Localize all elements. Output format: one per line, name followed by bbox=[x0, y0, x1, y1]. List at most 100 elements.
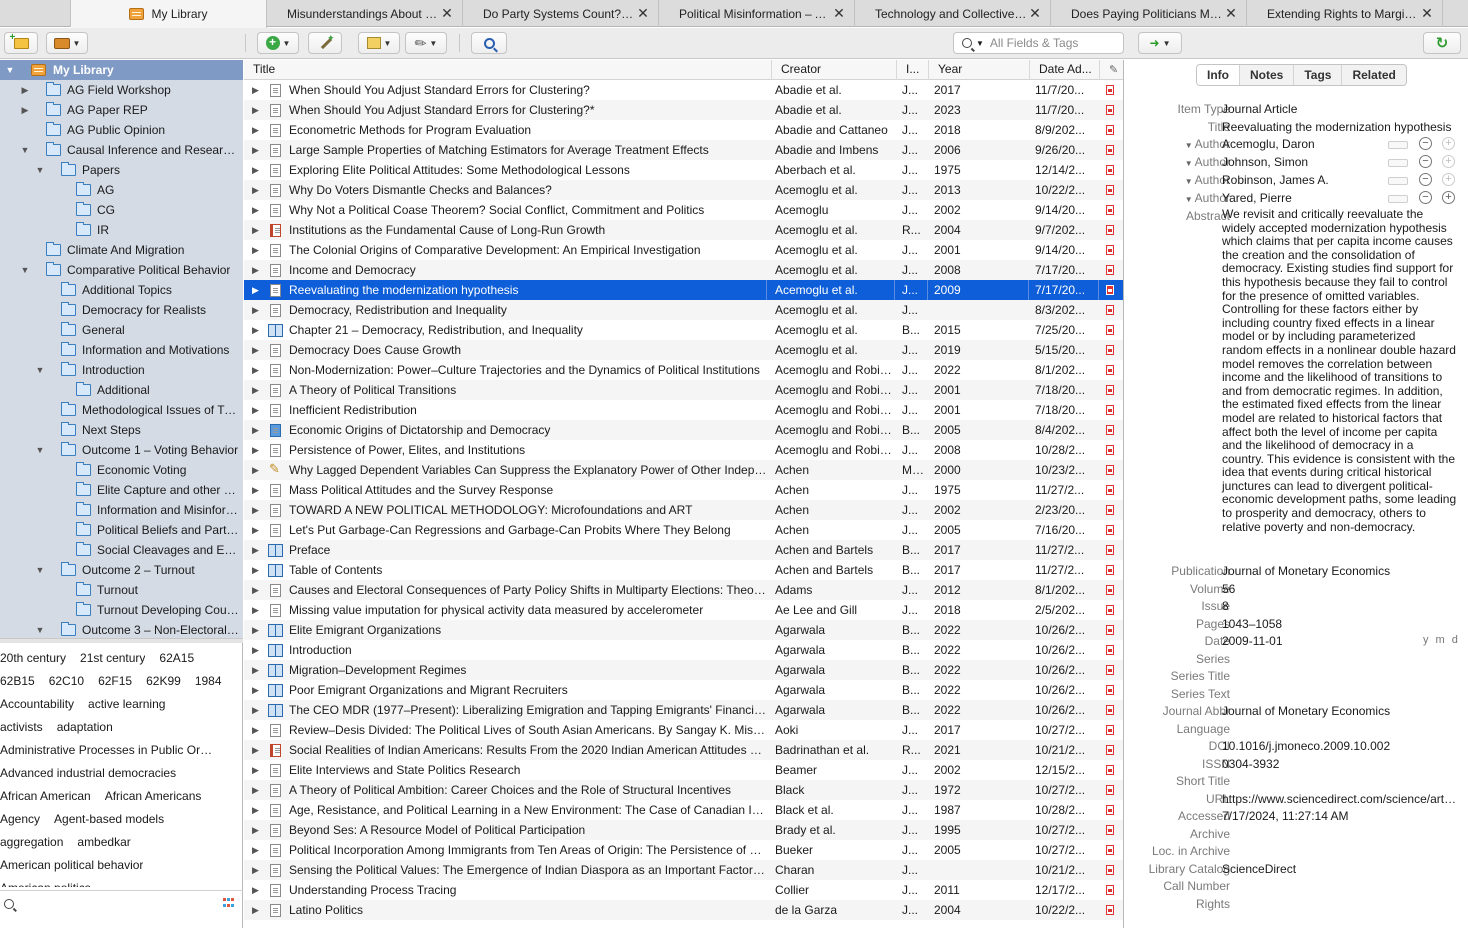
table-row[interactable]: ▶ The Colonial Origins of Comparative Dev… bbox=[244, 240, 1123, 260]
chevron-right-icon[interactable]: ▶ bbox=[252, 280, 259, 300]
table-row[interactable]: ▶ Chapter 21 – Democracy, Redistribution,… bbox=[244, 320, 1123, 340]
pdf-icon[interactable] bbox=[1106, 365, 1114, 375]
tag-item[interactable]: African Americans bbox=[105, 789, 202, 803]
creator-mode-switch[interactable] bbox=[1388, 141, 1408, 149]
abstract-text[interactable]: We revisit and critically reevaluate the… bbox=[1222, 207, 1458, 534]
pdf-icon[interactable] bbox=[1106, 385, 1114, 395]
chevron-right-icon[interactable]: ▶ bbox=[19, 85, 31, 96]
chevron-right-icon[interactable]: ▶ bbox=[252, 380, 259, 400]
chevron-right-icon[interactable]: ▶ bbox=[252, 100, 259, 120]
tag-item[interactable]: Agent-based models bbox=[54, 812, 164, 826]
chevron-right-icon[interactable]: ▶ bbox=[19, 105, 31, 116]
pdf-icon[interactable] bbox=[1106, 845, 1114, 855]
collection-item[interactable]: ▼ Introduction bbox=[0, 360, 243, 380]
tag-item[interactable]: adaptation bbox=[57, 720, 113, 734]
pdf-icon[interactable] bbox=[1106, 825, 1114, 835]
table-row[interactable]: ▶ Poor Emigrant Organizations and Migrant… bbox=[244, 680, 1123, 700]
collection-item[interactable]: General bbox=[0, 320, 243, 340]
chevron-right-icon[interactable]: ▶ bbox=[252, 720, 259, 740]
chevron-down-icon[interactable]: ▼ bbox=[34, 365, 46, 375]
pdf-icon[interactable] bbox=[1106, 745, 1114, 755]
chevron-right-icon[interactable]: ▶ bbox=[252, 660, 259, 680]
collection-item[interactable]: CG bbox=[0, 200, 243, 220]
pdf-icon[interactable] bbox=[1106, 805, 1114, 815]
collection-item[interactable]: Turnout bbox=[0, 580, 243, 600]
collection-item[interactable]: Turnout Developing Countries bbox=[0, 600, 243, 620]
table-row[interactable]: ▶ Review–Desis Divided: The Political Liv… bbox=[244, 720, 1123, 740]
tag-item[interactable]: aggregation bbox=[0, 835, 63, 849]
pdf-icon[interactable] bbox=[1106, 685, 1114, 695]
close-icon[interactable]: ✕ bbox=[440, 5, 454, 22]
pdf-icon[interactable] bbox=[1106, 765, 1114, 775]
pdf-icon[interactable] bbox=[1106, 665, 1114, 675]
pdf-icon[interactable] bbox=[1106, 785, 1114, 795]
add-creator-button[interactable]: + bbox=[1442, 173, 1455, 186]
table-row[interactable]: ▶ Preface Achen and Bartels B... 2017 11/27/2… bbox=[244, 540, 1123, 560]
remove-creator-button[interactable]: − bbox=[1419, 173, 1432, 186]
chevron-down-icon[interactable]: ▼ bbox=[976, 39, 984, 48]
collection-item[interactable]: ▼ Causal Inference and Research Design bbox=[0, 140, 243, 160]
chevron-right-icon[interactable]: ▶ bbox=[252, 880, 259, 900]
pdf-icon[interactable] bbox=[1106, 485, 1114, 495]
collection-item[interactable]: Methodological Issues of Turnout bbox=[0, 400, 243, 420]
chevron-right-icon[interactable]: ▶ bbox=[252, 580, 259, 600]
chevron-right-icon[interactable]: ▶ bbox=[252, 120, 259, 140]
remove-creator-button[interactable]: − bbox=[1419, 155, 1432, 168]
table-row[interactable]: ▶ Let's Put Garbage-Can Regressions and G… bbox=[244, 520, 1123, 540]
tag-item[interactable]: Advanced industrial democracies bbox=[0, 766, 176, 780]
chevron-right-icon[interactable]: ▶ bbox=[252, 240, 259, 260]
pdf-icon[interactable] bbox=[1106, 125, 1114, 135]
new-note-button[interactable]: ▼ bbox=[358, 32, 400, 54]
pdf-icon[interactable] bbox=[1106, 265, 1114, 275]
chevron-right-icon[interactable]: ▶ bbox=[252, 440, 259, 460]
tab-1[interactable]: Misunderstandings About Case-Study...✕ bbox=[267, 0, 463, 27]
chevron-right-icon[interactable]: ▶ bbox=[252, 500, 259, 520]
field-value[interactable]: Journal Article bbox=[1222, 102, 1458, 116]
collection-item[interactable]: ▼ Comparative Political Behavior bbox=[0, 260, 243, 280]
field-value[interactable]: 1043–1058 bbox=[1222, 617, 1458, 631]
search-field[interactable]: ▼ bbox=[953, 32, 1124, 54]
table-row[interactable]: ▶ Large Sample Properties of Matching Est… bbox=[244, 140, 1123, 160]
pdf-icon[interactable] bbox=[1106, 625, 1114, 635]
chevron-right-icon[interactable]: ▶ bbox=[252, 360, 259, 380]
table-row[interactable]: ▶ A Theory of Political Transitions Acemog… bbox=[244, 380, 1123, 400]
chevron-right-icon[interactable]: ▶ bbox=[252, 320, 259, 340]
collection-item[interactable]: ▶ AG Paper REP bbox=[0, 100, 243, 120]
pdf-icon[interactable] bbox=[1106, 225, 1114, 235]
table-row[interactable]: ▶ Reevaluating the modernization hypothes… bbox=[244, 280, 1123, 300]
column-header-0[interactable]: Title bbox=[244, 60, 772, 80]
table-row[interactable]: ▶ Introduction Agarwala B... 2022 10/26/2... bbox=[244, 640, 1123, 660]
creator-name[interactable]: Yared, Pierre bbox=[1222, 191, 1382, 205]
table-row[interactable]: ▶ When Should You Adjust Standard Errors … bbox=[244, 100, 1123, 120]
chevron-right-icon[interactable]: ▶ bbox=[252, 840, 259, 860]
tag-item[interactable]: Administrative Processes in Public Organ… bbox=[0, 743, 218, 757]
chevron-right-icon[interactable]: ▶ bbox=[252, 220, 259, 240]
collection-item[interactable]: ▶ AG Field Workshop bbox=[0, 80, 243, 100]
pane-splitter[interactable] bbox=[0, 638, 243, 643]
field-value[interactable]: Journal of Monetary Economics bbox=[1222, 704, 1458, 718]
field-value[interactable]: Journal of Monetary Economics bbox=[1222, 564, 1458, 578]
collection-item[interactable]: Economic Voting bbox=[0, 460, 243, 480]
pdf-icon[interactable] bbox=[1106, 405, 1114, 415]
collection-item[interactable]: ▼ Outcome 2 – Turnout bbox=[0, 560, 243, 580]
tab-notes[interactable]: Notes bbox=[1240, 65, 1295, 85]
column-header-3[interactable]: Year bbox=[929, 60, 1030, 80]
tab-tags[interactable]: Tags bbox=[1294, 65, 1343, 85]
pdf-icon[interactable] bbox=[1106, 445, 1114, 455]
add-creator-button[interactable]: + bbox=[1442, 137, 1455, 150]
collection-item[interactable]: Information and Motivations bbox=[0, 340, 243, 360]
tag-item[interactable]: Agency bbox=[0, 812, 40, 826]
add-attachment-button[interactable]: ✎ ▼ bbox=[405, 32, 447, 54]
table-row[interactable]: ▶ Sensing the Political Values: The Emerg… bbox=[244, 860, 1123, 880]
table-row[interactable]: ▶ Democracy, Redistribution and Inequalit… bbox=[244, 300, 1123, 320]
field-value[interactable]: ScienceDirect bbox=[1222, 862, 1458, 876]
pdf-icon[interactable] bbox=[1106, 905, 1114, 915]
tag-item[interactable]: 62C10 bbox=[49, 674, 84, 688]
chevron-down-icon[interactable]: ▼ bbox=[34, 625, 46, 635]
close-icon[interactable]: ✕ bbox=[1420, 5, 1434, 22]
tag-item[interactable]: Accountability bbox=[0, 697, 74, 711]
pdf-icon[interactable] bbox=[1106, 145, 1114, 155]
pdf-icon[interactable] bbox=[1106, 565, 1114, 575]
collection-item[interactable]: ▼ My Library bbox=[0, 60, 243, 80]
collection-item[interactable]: Social Cleavages and Ethnicity bbox=[0, 540, 243, 560]
